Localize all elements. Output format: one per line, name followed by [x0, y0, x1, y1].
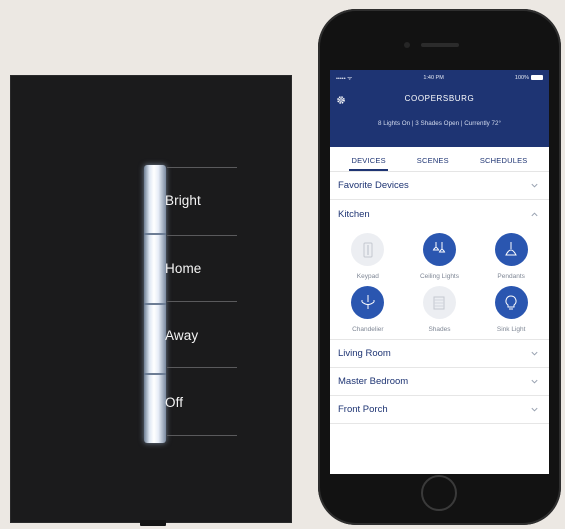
battery-percent: 100%	[514, 75, 529, 81]
keypad-icon	[351, 233, 385, 266]
device-label: Chandelier	[352, 326, 384, 333]
bulb-icon	[494, 286, 528, 319]
kitchen-device-grid: Keypad Ceiling Lights Pendants Chandelie…	[330, 228, 549, 340]
speaker-grille	[421, 43, 459, 47]
device-label: Pendants	[497, 273, 525, 280]
keypad-button-off[interactable]: Off	[165, 395, 183, 410]
device-tile[interactable]: Keypad	[332, 233, 404, 280]
device-tile[interactable]: Sink Light	[475, 286, 547, 333]
tab-bar: DEVICES SCENES SCHEDULES	[330, 147, 549, 172]
shades-icon	[422, 286, 456, 319]
keypad-divider	[144, 233, 166, 235]
section-label: Front Porch	[338, 404, 388, 415]
section-kitchen[interactable]: Kitchen	[330, 200, 549, 228]
status-time: 1:40 PM	[423, 75, 444, 81]
battery-icon	[531, 75, 543, 81]
keypad-separator	[167, 367, 237, 368]
home-button[interactable]	[421, 475, 457, 511]
section-label: Master Bedroom	[338, 376, 409, 387]
keypad-divider	[144, 303, 166, 305]
chevron-down-icon	[531, 379, 538, 384]
keypad-button-home[interactable]: Home	[165, 261, 201, 276]
section-master-bedroom[interactable]: Master Bedroom	[330, 368, 549, 396]
device-label: Ceiling Lights	[419, 273, 459, 280]
device-label: Sink Light	[496, 326, 526, 333]
pendant-icon	[494, 233, 528, 266]
app-screen: ••••• ᯤ 1:40 PM 100% COOPERSBURG 8 Light…	[330, 70, 549, 474]
status-bar: ••••• ᯤ 1:40 PM 100%	[330, 70, 549, 86]
keypad-separator	[167, 435, 237, 436]
device-label: Shades	[428, 326, 451, 333]
keypad-button-away[interactable]: Away	[165, 328, 198, 343]
section-label: Favorite Devices	[338, 180, 409, 191]
chandelier-icon	[351, 286, 385, 319]
section-front-porch[interactable]: Front Porch	[330, 396, 549, 424]
keypad-separator	[167, 235, 237, 236]
camera-icon	[404, 42, 410, 48]
device-tile[interactable]: Shades	[404, 286, 476, 333]
smartphone: ••••• ᯤ 1:40 PM 100% COOPERSBURG 8 Light…	[318, 9, 561, 525]
wall-keypad: Bright Home Away Off	[10, 75, 292, 526]
tab-scenes[interactable]: SCENES	[417, 156, 449, 171]
keypad-divider	[144, 373, 166, 375]
keypad-separator	[167, 301, 237, 302]
battery-indicator: 100%	[515, 75, 543, 81]
carrier-signal: ••••• ᯤ	[336, 76, 353, 82]
chevron-down-icon	[531, 407, 538, 412]
tab-schedules[interactable]: SCHEDULES	[480, 156, 528, 171]
chevron-down-icon	[531, 183, 538, 188]
section-label: Living Room	[338, 348, 391, 359]
device-label: Keypad	[356, 273, 379, 280]
keypad-separator	[167, 167, 237, 168]
chevron-down-icon	[531, 351, 538, 356]
app-header: ••••• ᯤ 1:40 PM 100% COOPERSBURG 8 Light…	[330, 70, 549, 147]
section-living-room[interactable]: Living Room	[330, 340, 549, 368]
keypad-led-bar	[144, 165, 166, 443]
ceiling-lights-icon	[422, 233, 456, 266]
device-tile[interactable]: Chandelier	[332, 286, 404, 333]
device-tile[interactable]: Pendants	[475, 233, 547, 280]
keypad-bottom-notch	[140, 520, 166, 526]
app-title: COOPERSBURG	[404, 94, 475, 103]
tab-devices[interactable]: DEVICES	[349, 156, 389, 171]
section-label: Kitchen	[338, 208, 370, 220]
section-favorite-devices[interactable]: Favorite Devices	[330, 172, 549, 200]
device-tile[interactable]: Ceiling Lights	[404, 233, 476, 280]
home-status-summary: 8 Lights On | 3 Shades Open | Currently …	[377, 120, 502, 127]
keypad-button-bright[interactable]: Bright	[165, 193, 201, 208]
chevron-up-icon	[531, 211, 538, 216]
